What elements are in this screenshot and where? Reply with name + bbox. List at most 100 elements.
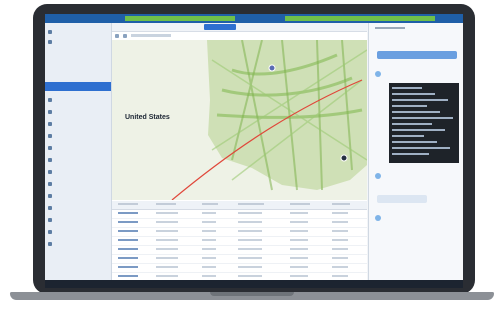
- table-cell: [290, 230, 308, 232]
- topbar-accent-left: [125, 16, 235, 21]
- readout-line: [392, 105, 427, 107]
- table-cell: [118, 275, 138, 277]
- table-cell: [332, 248, 348, 250]
- readout-line: [392, 117, 453, 119]
- sidebar-item-12[interactable]: [45, 203, 111, 212]
- table-header: [112, 201, 367, 210]
- info-icon: [375, 215, 381, 221]
- table-cell: [290, 266, 308, 268]
- table-cell: [118, 239, 138, 241]
- column-header[interactable]: [118, 203, 138, 205]
- table-row[interactable]: [112, 264, 367, 273]
- toolbar-icon[interactable]: [123, 33, 127, 38]
- app-topbar: [45, 14, 463, 23]
- sidebar: [45, 23, 112, 288]
- sidebar-item-9[interactable]: [45, 167, 111, 176]
- sidebar-icon: [48, 169, 52, 174]
- flight-map[interactable]: United States: [112, 39, 368, 201]
- table-cell: [202, 221, 216, 223]
- column-header[interactable]: [332, 203, 350, 205]
- readout-line: [392, 147, 450, 149]
- table-cell: [238, 212, 262, 214]
- tab-4[interactable]: [232, 24, 278, 30]
- sidebar-item-7[interactable]: [45, 143, 111, 152]
- sidebar-subitem-3[interactable]: [45, 64, 111, 73]
- sidebar-item-13[interactable]: [45, 215, 111, 224]
- sidebar-item-2[interactable]: [45, 37, 111, 46]
- table-cell: [156, 266, 178, 268]
- table-cell: [332, 266, 348, 268]
- sidebar-item-4[interactable]: [45, 107, 111, 116]
- sidebar-icon: [48, 145, 52, 150]
- sidebar-icon: [48, 217, 52, 222]
- table-cell: [238, 266, 262, 268]
- table-cell: [290, 257, 308, 259]
- sidebar-item-5[interactable]: [45, 119, 111, 128]
- table-cell: [332, 212, 348, 214]
- laptop-screen: United States: [45, 14, 463, 288]
- taskbar: [45, 280, 463, 288]
- table-cell: [202, 275, 216, 277]
- table-cell: [156, 257, 178, 259]
- readout-line: [392, 129, 445, 131]
- table-cell: [332, 230, 348, 232]
- table-cell: [118, 248, 138, 250]
- tab-1[interactable]: [116, 24, 156, 30]
- table-cell: [238, 239, 262, 241]
- details-panel: [368, 23, 463, 288]
- sidebar-item-10[interactable]: [45, 179, 111, 188]
- sidebar-item-3[interactable]: [45, 95, 111, 104]
- table-cell: [202, 248, 216, 250]
- sidebar-item-14[interactable]: [45, 227, 111, 236]
- map-toolbar: [112, 32, 367, 39]
- sidebar-item-15[interactable]: [45, 239, 111, 248]
- map-region-title: United States: [125, 114, 170, 121]
- sidebar-subitem-2[interactable]: [45, 55, 111, 64]
- sidebar-subitem-active[interactable]: [45, 82, 111, 91]
- table-cell: [202, 230, 216, 232]
- sidebar-icon: [48, 241, 52, 246]
- panel-secondary-button[interactable]: [377, 195, 427, 203]
- table-row[interactable]: [112, 228, 367, 237]
- column-header[interactable]: [202, 203, 218, 205]
- sidebar-icon: [48, 121, 52, 126]
- table-cell: [238, 275, 262, 277]
- table-cell: [238, 230, 262, 232]
- sidebar-icon: [48, 133, 52, 138]
- toolbar-icon[interactable]: [115, 33, 119, 38]
- sidebar-icon: [48, 229, 52, 234]
- sidebar-subitem-1[interactable]: [45, 46, 111, 55]
- data-readout-block: [389, 83, 459, 163]
- table-cell: [156, 239, 178, 241]
- table-row[interactable]: [112, 237, 367, 246]
- table-cell: [156, 230, 178, 232]
- column-header[interactable]: [290, 203, 310, 205]
- table-cell: [238, 257, 262, 259]
- table-cell: [238, 221, 262, 223]
- table-cell: [156, 275, 178, 277]
- table-cell: [156, 248, 178, 250]
- table-row[interactable]: [112, 219, 367, 228]
- table-cell: [118, 212, 138, 214]
- sidebar-icon: [48, 181, 52, 186]
- table-cell: [290, 221, 308, 223]
- panel-primary-button[interactable]: [377, 51, 457, 59]
- sidebar-icon: [48, 39, 52, 44]
- table-cell: [202, 239, 216, 241]
- sidebar-item-11[interactable]: [45, 191, 111, 200]
- sidebar-item-6[interactable]: [45, 131, 111, 140]
- tab-2[interactable]: [152, 24, 182, 30]
- table-row[interactable]: [112, 210, 367, 219]
- table-cell: [202, 266, 216, 268]
- sidebar-item-1[interactable]: [45, 27, 111, 36]
- info-icon: [375, 71, 381, 77]
- sidebar-item-8[interactable]: [45, 155, 111, 164]
- table-row[interactable]: [112, 255, 367, 264]
- info-icon: [375, 173, 381, 179]
- table-cell: [332, 239, 348, 241]
- sidebar-subitem-4[interactable]: [45, 73, 111, 82]
- toolbar-breadcrumb: [131, 34, 171, 37]
- table-row[interactable]: [112, 246, 367, 255]
- column-header[interactable]: [156, 203, 176, 205]
- column-header[interactable]: [238, 203, 264, 205]
